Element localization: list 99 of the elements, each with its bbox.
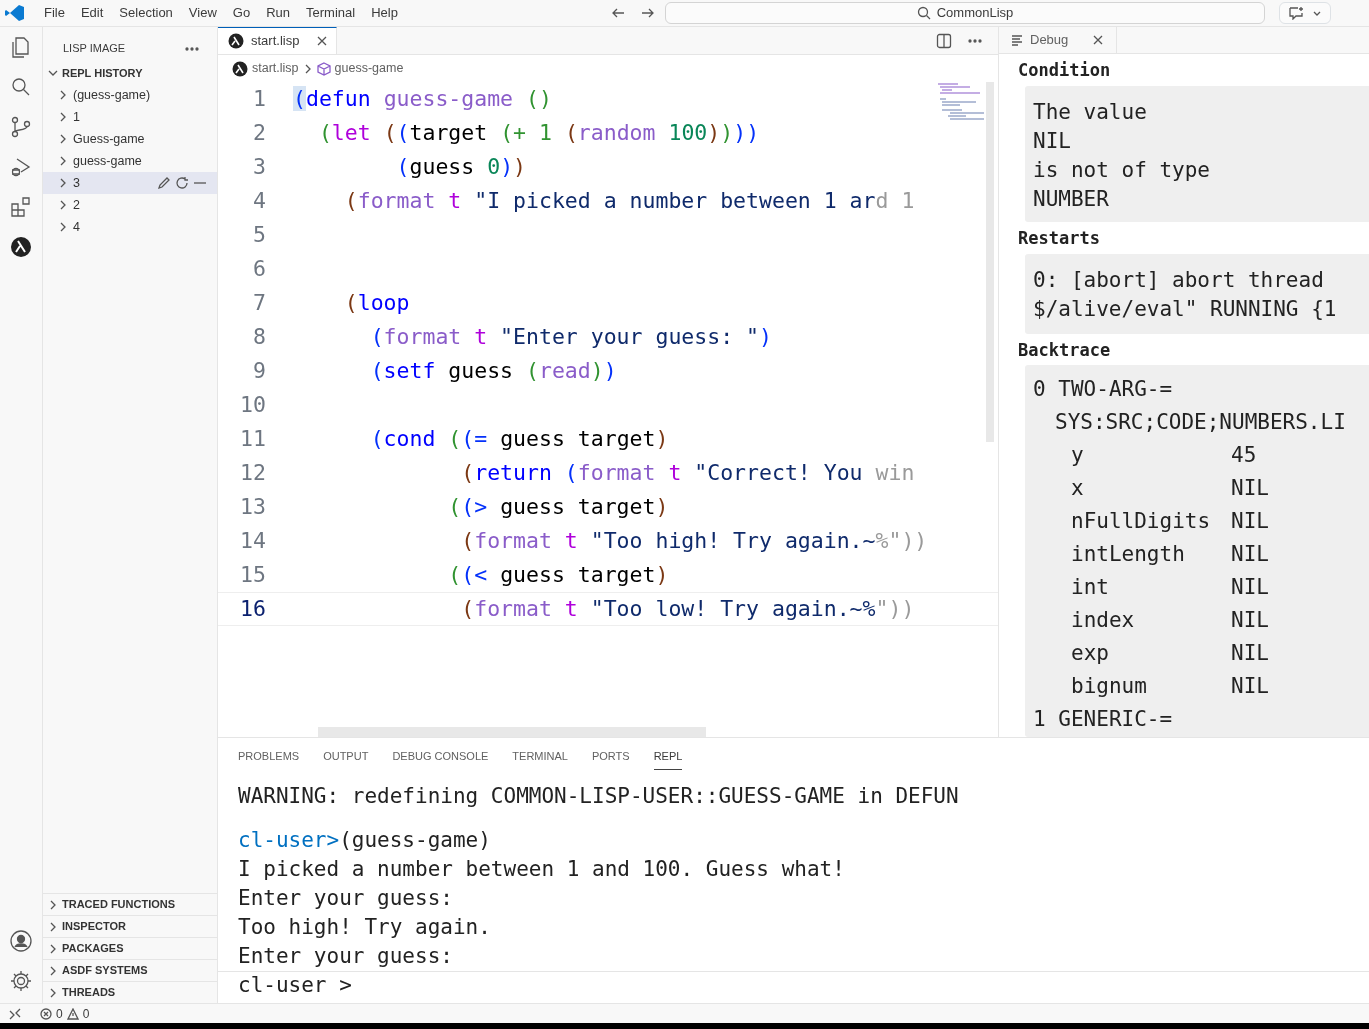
- frame-index: 1: [1033, 707, 1046, 732]
- line-number: 8: [252, 322, 267, 351]
- variable-value: NIL: [1231, 607, 1269, 635]
- code-line: (loop: [343, 288, 410, 317]
- section-header[interactable]: REPL HISTORY: [43, 62, 217, 84]
- frame-index: 0: [1033, 377, 1046, 402]
- condition-text: NIL: [1033, 127, 1072, 155]
- line-number: 2: [252, 118, 267, 147]
- tree-item[interactable]: Guess-game: [43, 128, 217, 150]
- repl-prompt: cl-user>: [238, 828, 340, 852]
- line-number: 12: [239, 458, 267, 487]
- variable-name: y: [1071, 442, 1085, 470]
- frame-location: SYS:SRC;CODE;NUMBERS.LI: [1054, 409, 1347, 437]
- repl-command: (guess-game): [339, 828, 491, 852]
- code-line: (format t "Enter your guess: "): [369, 322, 772, 351]
- code-line: (defun guess-game (): [293, 84, 552, 113]
- line-number: 3: [252, 152, 267, 181]
- variable-name: x: [1071, 475, 1085, 503]
- breadcrumb-item[interactable]: guess-game: [334, 59, 404, 78]
- menu-item[interactable]: Run: [258, 3, 298, 23]
- code-line: (format t "I picked a number between 1 ard 1: [343, 186, 915, 215]
- frame-name[interactable]: GENERIC-=: [1058, 707, 1173, 732]
- menu-item[interactable]: Help: [363, 3, 406, 23]
- tree-item[interactable]: 1: [43, 106, 217, 128]
- panel-tab[interactable]: PORTS: [591, 748, 630, 769]
- tree-item[interactable]: guess-game: [43, 150, 217, 172]
- variable-name: index: [1071, 607, 1136, 635]
- code-line: ((> guess target): [447, 492, 669, 521]
- panel-tab[interactable]: TERMINAL: [512, 748, 568, 769]
- code-line: (let ((target (+ 1 (random 100)))): [317, 118, 760, 147]
- line-number: 9: [252, 356, 267, 385]
- menu-item[interactable]: Selection: [111, 3, 181, 23]
- variable-value: NIL: [1231, 541, 1269, 569]
- variable-value: NIL: [1231, 574, 1269, 602]
- code-line: ((< guess target): [447, 560, 669, 589]
- problems-status[interactable]: 0 0: [40, 1004, 90, 1023]
- variable-value: NIL: [1231, 640, 1269, 668]
- line-number: 1: [252, 84, 267, 113]
- panel-tab[interactable]: REPL: [653, 748, 683, 770]
- panel-tab[interactable]: PROBLEMS: [238, 748, 300, 769]
- output-text: Too high! Try again.: [238, 914, 492, 941]
- line-number: 10: [239, 390, 267, 419]
- line-number: 15: [239, 560, 267, 589]
- section-header[interactable]: PACKAGES: [43, 937, 217, 959]
- code-line: (setf guess (read)): [369, 356, 617, 385]
- line-number: 14: [239, 526, 267, 555]
- code-line: (guess 0)): [395, 152, 527, 181]
- tree-item[interactable]: (guess-game): [43, 84, 217, 106]
- variable-value: NIL: [1231, 673, 1269, 701]
- warning-text: WARNING: redefining COMMON-LISP-USER::GUESS-GAME in DEFUN: [238, 783, 960, 810]
- output-text: I picked a number between 1 and 100. Guess what!: [238, 856, 846, 883]
- section-header[interactable]: TRACED FUNCTIONS: [43, 893, 217, 915]
- breadcrumb-item[interactable]: start.lisp: [252, 59, 299, 78]
- section-header[interactable]: ASDF SYSTEMS: [43, 959, 217, 981]
- menu-item[interactable]: File: [36, 3, 73, 23]
- code-line: (format t "Too high! Try again.~%")): [460, 526, 928, 555]
- code-line: (format t "Too low! Try again.~%")): [460, 594, 915, 623]
- variable-value: NIL: [1231, 475, 1269, 503]
- line-number: 6: [252, 254, 267, 283]
- variable-name: exp: [1071, 640, 1110, 668]
- variable-name: int: [1071, 574, 1110, 602]
- variable-name: bignum: [1071, 673, 1148, 701]
- condition-text: is not of type: [1033, 156, 1211, 184]
- panel-tab[interactable]: OUTPUT: [323, 748, 369, 769]
- sidebar-title: LISP IMAGE: [63, 41, 126, 57]
- section-heading: Backtrace: [1017, 338, 1112, 362]
- restart-text: $/alive/eval" RUNNING {1: [1033, 295, 1338, 323]
- section-heading: Restarts: [1017, 227, 1101, 251]
- menu-item[interactable]: Terminal: [298, 3, 364, 23]
- variable-value: NIL: [1231, 508, 1269, 536]
- line-number: 4: [252, 186, 267, 215]
- command-center-field[interactable]: CommonLisp: [665, 2, 1265, 24]
- menu-item[interactable]: Go: [224, 3, 259, 23]
- line-number: 7: [252, 288, 267, 317]
- code-line: (cond ((= guess target): [369, 424, 669, 453]
- tree-item[interactable]: 4: [43, 216, 217, 238]
- variable-value: 45: [1231, 442, 1257, 470]
- line-number: 16: [239, 594, 267, 623]
- output-text: Enter your guess:: [238, 885, 454, 912]
- panel-tab[interactable]: DEBUG CONSOLE: [392, 748, 489, 769]
- variable-name: intLength: [1071, 541, 1186, 569]
- frame-name[interactable]: TWO-ARG-=: [1058, 377, 1173, 402]
- menu-item[interactable]: Edit: [72, 3, 112, 23]
- line-number: 5: [252, 220, 267, 249]
- line-number: 11: [239, 424, 267, 453]
- line-number: 13: [239, 492, 267, 521]
- variable-name: nFullDigits: [1071, 508, 1212, 536]
- output-text: Enter your guess:: [238, 943, 454, 970]
- editor-tab[interactable]: start.lisp: [218, 27, 337, 54]
- section-header[interactable]: INSPECTOR: [43, 915, 217, 937]
- condition-text: The value: [1033, 98, 1148, 126]
- restart-text: 0: [abort] abort thread: [1033, 266, 1325, 294]
- condition-text: NUMBER: [1033, 185, 1110, 213]
- tree-item[interactable]: 3: [43, 172, 217, 194]
- section-heading: Condition: [1017, 59, 1112, 83]
- code-line: (return (format t "Correct! You win: [460, 458, 915, 487]
- menu-item[interactable]: View: [180, 3, 225, 23]
- input-prompt[interactable]: cl-user >: [238, 973, 352, 997]
- tree-item[interactable]: 2: [43, 194, 217, 216]
